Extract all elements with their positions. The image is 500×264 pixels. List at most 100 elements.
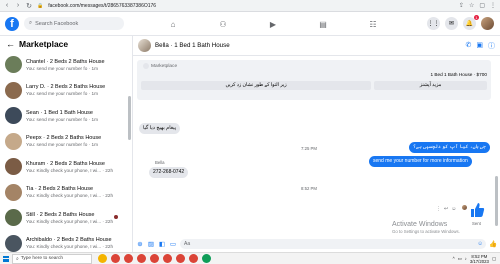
- groups-icon[interactable]: ☷: [348, 12, 398, 36]
- conversation-text: Tia · 2 Beds 2 Baths House You: Kindly ch…: [26, 186, 127, 198]
- react-icon[interactable]: ☺: [451, 206, 456, 212]
- extensions-icon[interactable]: ▢: [479, 2, 485, 9]
- listing-thumbnail: [5, 132, 22, 150]
- conversation-text: Archibaldo · 2 Beds 2 Baths House You: Ki…: [26, 237, 127, 249]
- menu-icon[interactable]: ⋮: [490, 2, 496, 9]
- facebook-logo[interactable]: f: [5, 16, 19, 31]
- conversation-item[interactable]: Tia · 2 Beds 2 Baths House You: Kindly ch…: [0, 180, 132, 206]
- conversation-item[interactable]: Peepx · 2 Beds 2 Baths House You: send me…: [0, 129, 132, 155]
- marketplace-card: Marketplace 1 Bed 1 Bath House · $700 زی…: [137, 60, 491, 100]
- card-actions: زیر التوا کے طور نشان زد کریں مزید آپشنز: [141, 81, 487, 90]
- photo-icon[interactable]: ▨: [147, 240, 155, 248]
- star-icon[interactable]: ☆: [469, 2, 474, 9]
- conversation-item[interactable]: Sean · 1 Bed 1 Bath House You: send me yo…: [0, 103, 132, 129]
- battery-icon[interactable]: ▭: [458, 256, 462, 262]
- contact-avatar[interactable]: [138, 39, 151, 52]
- right-nav: ⋮⋮ ✉ 🔔 1: [427, 15, 494, 30]
- marketplace-avatar-icon: [143, 63, 149, 69]
- watch-icon[interactable]: ▶: [248, 12, 298, 36]
- chrome-icon[interactable]: [124, 254, 133, 263]
- message-actions: ⋮ ↩ ☺: [436, 206, 456, 212]
- app-icon[interactable]: [202, 254, 211, 263]
- conversation-text: Peepx · 2 Beds 2 Baths House You: send me…: [26, 135, 127, 147]
- forward-icon[interactable]: ›: [15, 2, 21, 9]
- listing-thumbnail: [5, 209, 22, 227]
- activate-title: Activate Windows: [392, 221, 448, 228]
- conversation-preview: You: send me your number fo · 1m: [26, 116, 98, 122]
- marketplace-icon[interactable]: ▤: [298, 12, 348, 36]
- gif-icon[interactable]: ▭: [169, 240, 177, 248]
- address-bar[interactable]: facebook.com/messages/t/2865763387386O17…: [48, 3, 156, 9]
- reload-icon[interactable]: ↻: [26, 2, 32, 10]
- sent-like-icon[interactable]: [469, 202, 485, 218]
- outgoing-message[interactable]: send me your number for more information: [369, 156, 472, 167]
- home-icon[interactable]: ⌂: [148, 12, 198, 36]
- lock-icon[interactable]: 🔒: [37, 3, 43, 9]
- conversation-text: Larry D. · 2 Beds 2 Baths House You: send…: [26, 84, 127, 96]
- more-icon[interactable]: ⋮: [436, 206, 441, 212]
- sidebar-scrollbar[interactable]: [128, 96, 131, 140]
- notifications-icon[interactable]: 🔔 1: [463, 15, 479, 30]
- conversation-item[interactable]: Khuram · 2 Beds 2 Baths House You: Kindly…: [0, 154, 132, 180]
- chat-scrollbar[interactable]: [495, 176, 498, 226]
- listing-thumbnail: [5, 183, 22, 201]
- browser-toolbar: ‹ › ↻ 🔒 facebook.com/messages/t/28657633…: [0, 0, 500, 12]
- friends-icon[interactable]: ⚇: [198, 12, 248, 36]
- sticker-icon[interactable]: ◧: [158, 240, 166, 248]
- listing-title[interactable]: 1 Bed 1 Bath House · $700: [430, 72, 487, 77]
- like-icon[interactable]: 👍: [489, 240, 497, 248]
- incoming-message[interactable]: 272-268-0742: [149, 167, 189, 178]
- incoming-message[interactable]: پیغام بھیج دیا گیا: [139, 123, 181, 134]
- outgoing-message[interactable]: جی ہاں، کیا آپ کو دلچسپی ہے؟: [409, 142, 490, 153]
- start-button[interactable]: [0, 253, 12, 264]
- timestamp: 8:52 PM: [301, 186, 318, 191]
- message-input[interactable]: Aa ☺: [180, 239, 486, 249]
- search-input[interactable]: ⌕ Search Facebook: [24, 17, 124, 30]
- volume-icon[interactable]: ♪: [465, 256, 467, 261]
- chrome-icon[interactable]: [150, 254, 159, 263]
- conversation-preview: You: Kindly check your phone, I wi... · …: [26, 244, 114, 250]
- share-icon[interactable]: ⇪: [459, 2, 464, 9]
- file-explorer-icon[interactable]: [98, 254, 107, 263]
- center-nav: ⌂ ⚇ ▶ ▤ ☷: [148, 12, 398, 36]
- contact-name[interactable]: Bella · 1 Bed 1 Bath House: [155, 42, 230, 49]
- chrome-icon[interactable]: [111, 254, 120, 263]
- chrome-icon[interactable]: [137, 254, 146, 263]
- chrome-icon[interactable]: [163, 254, 172, 263]
- message-placeholder: Aa: [184, 241, 191, 247]
- conversation-item[interactable]: Archibaldo · 2 Beds 2 Baths House You: Ki…: [0, 231, 132, 253]
- conversation-item[interactable]: Chantel · 2 Beds 2 Baths House You: send …: [0, 52, 132, 78]
- reply-icon[interactable]: ↩: [444, 206, 448, 212]
- back-icon[interactable]: ‹: [4, 2, 10, 9]
- conversation-name: Archibaldo · 2 Beds 2 Baths House: [26, 237, 112, 244]
- back-arrow-icon[interactable]: ←: [6, 39, 15, 49]
- chrome-icon[interactable]: [189, 254, 198, 263]
- messenger-icon[interactable]: ✉: [445, 17, 458, 30]
- info-icon[interactable]: ⓘ: [488, 41, 495, 51]
- phone-icon[interactable]: ✆: [466, 41, 472, 51]
- emoji-icon[interactable]: ☺: [477, 241, 483, 247]
- clock-date: 3/17/2023: [469, 258, 489, 264]
- video-icon[interactable]: ▣: [476, 41, 483, 51]
- chrome-icon[interactable]: [176, 254, 185, 263]
- windows-icon: [3, 255, 9, 262]
- conversation-item[interactable]: Still · 2 Beds 2 Baths House You: Kindly …: [0, 205, 132, 231]
- more-options-button[interactable]: مزید آپشنز: [374, 81, 487, 90]
- chat-header-actions: ✆ ▣ ⓘ: [466, 41, 496, 51]
- clock[interactable]: 8:52 PM 3/17/2023: [470, 254, 489, 264]
- taskbar-search[interactable]: ⌕ Type here to search: [12, 253, 92, 264]
- chat-header: Bella · 1 Bed 1 Bath House ✆ ▣ ⓘ: [133, 36, 500, 56]
- mark-pending-button[interactable]: زیر التوا کے طور نشان زد کریں: [141, 81, 371, 90]
- conversation-item[interactable]: Larry D. · 2 Beds 2 Baths House You: send…: [0, 78, 132, 104]
- listing-thumbnail: [5, 81, 22, 99]
- sidebar-title: Marketplace: [19, 39, 69, 49]
- tray-chevron-icon[interactable]: ^: [453, 256, 455, 261]
- menu-grid-icon[interactable]: ⋮⋮: [427, 17, 440, 30]
- conversation-preview: You: Kindly check your phone, I wi... · …: [26, 193, 114, 199]
- marketplace-label-text: Marketplace: [151, 63, 178, 69]
- notification-center-icon[interactable]: ▢: [492, 256, 496, 262]
- chat-panel: Bella · 1 Bed 1 Bath House ✆ ▣ ⓘ Marketp…: [133, 36, 500, 252]
- sent-status: Sent: [472, 221, 481, 226]
- plus-icon[interactable]: ⊕: [136, 240, 144, 248]
- account-avatar[interactable]: [481, 17, 494, 30]
